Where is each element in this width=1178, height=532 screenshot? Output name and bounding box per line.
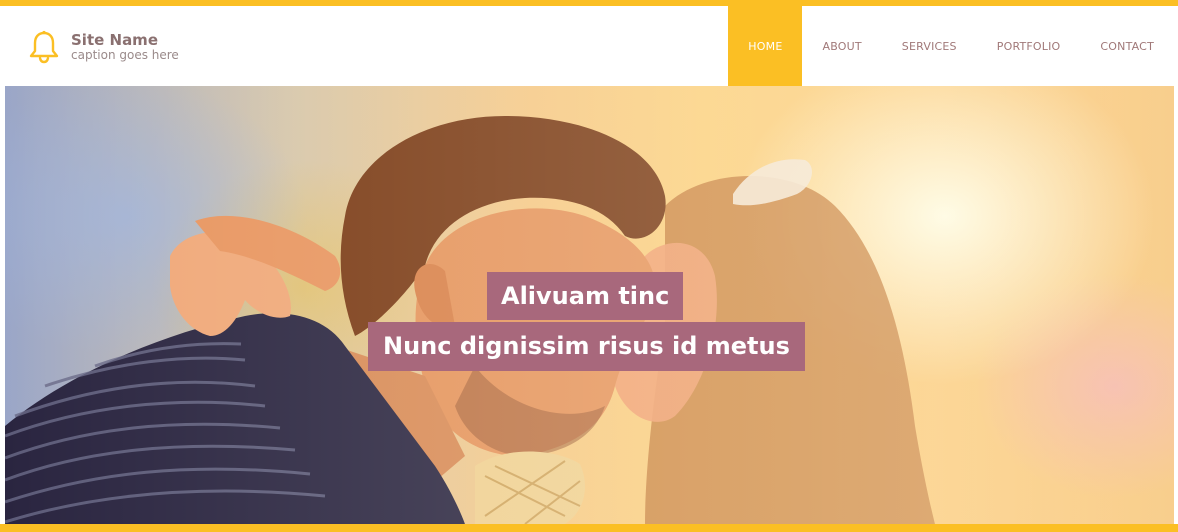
main-nav: HOME ABOUT SERVICES PORTFOLIO CONTACT xyxy=(728,6,1174,86)
nav-item-services[interactable]: SERVICES xyxy=(882,6,977,86)
hero-banner: Alivuam tinc Nunc dignissim risus id met… xyxy=(5,86,1174,524)
site-name: Site Name xyxy=(71,31,158,49)
nav-item-home[interactable]: HOME xyxy=(728,6,803,86)
nav-item-contact[interactable]: CONTACT xyxy=(1080,6,1174,86)
hero-caption-line1: Alivuam tinc xyxy=(487,272,684,320)
bell-icon xyxy=(29,30,59,64)
brand-text: Site Name caption goes here xyxy=(71,32,179,62)
nav-item-about[interactable]: ABOUT xyxy=(802,6,881,86)
nav-item-portfolio[interactable]: PORTFOLIO xyxy=(977,6,1081,86)
site-caption: caption goes here xyxy=(71,48,179,62)
bottom-accent-bar xyxy=(0,524,1178,532)
hero-caption-line2: Nunc dignissim risus id metus xyxy=(368,322,805,371)
brand-logo-link[interactable]: Site Name caption goes here xyxy=(28,30,179,64)
site-header: Site Name caption goes here HOME ABOUT S… xyxy=(0,6,1178,86)
